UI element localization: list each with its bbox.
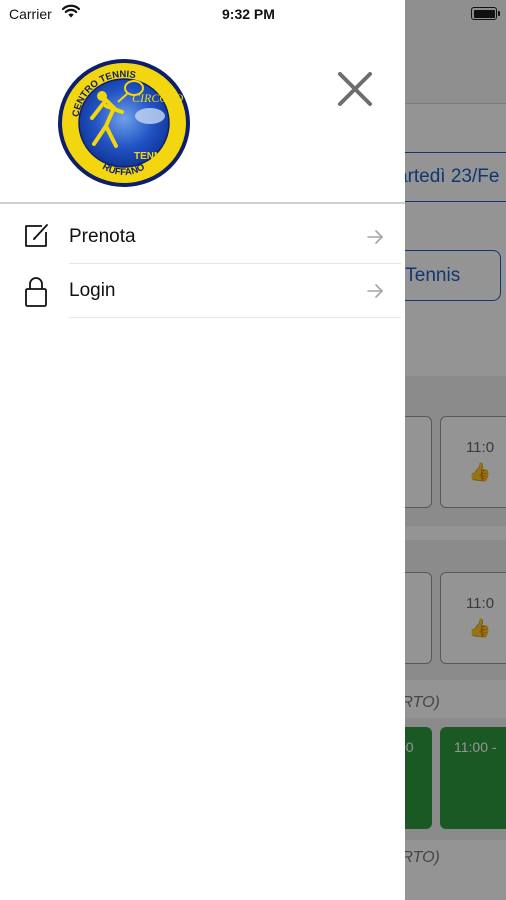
drawer-menu: Prenota Login: [0, 210, 405, 318]
close-icon: [338, 72, 372, 106]
close-button[interactable]: [332, 66, 378, 112]
status-bar: Carrier 9:32 PM: [0, 0, 506, 28]
side-drawer: CENTRO TENNIS RUFFANO CIRCOLO TENNIS Pre…: [0, 0, 405, 900]
arrow-right-icon: [366, 228, 384, 246]
menu-item-prenota[interactable]: Prenota: [0, 210, 405, 264]
lock-icon: [22, 276, 50, 307]
carrier-label: Carrier: [9, 6, 52, 22]
club-logo: CENTRO TENNIS RUFFANO CIRCOLO TENNIS: [54, 56, 194, 190]
svg-text:TENNIS: TENNIS: [134, 151, 171, 162]
battery-icon: [471, 7, 500, 20]
edit-icon: [22, 222, 50, 250]
menu-divider: [69, 317, 401, 318]
drawer-header: CENTRO TENNIS RUFFANO CIRCOLO TENNIS: [0, 0, 405, 204]
menu-item-label: Prenota: [69, 226, 136, 247]
arrow-right-icon: [366, 282, 384, 300]
menu-item-label: Login: [69, 280, 116, 301]
status-time: 9:32 PM: [222, 6, 275, 22]
menu-item-login[interactable]: Login: [0, 264, 405, 318]
wifi-icon: [61, 3, 81, 22]
